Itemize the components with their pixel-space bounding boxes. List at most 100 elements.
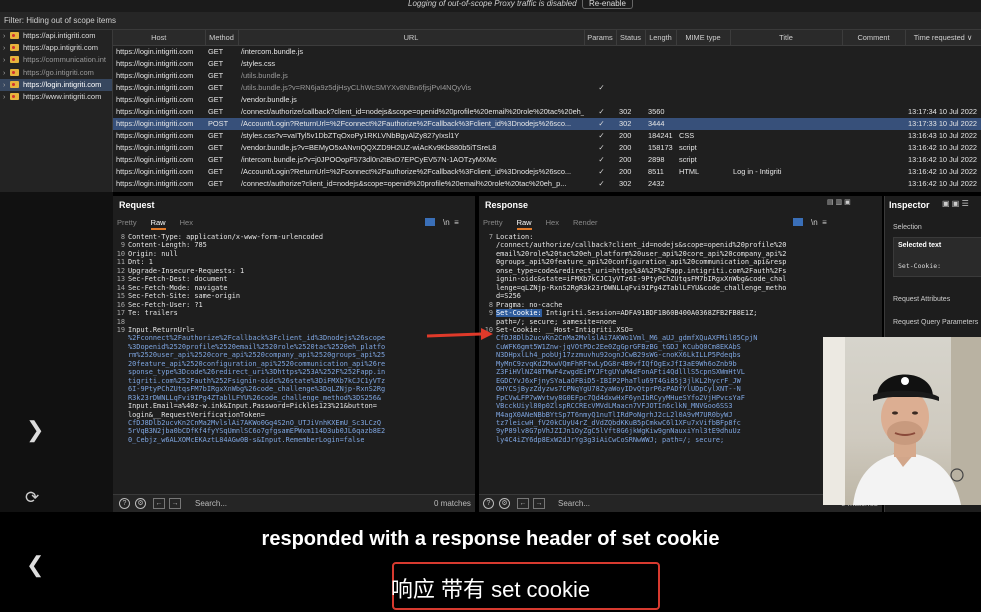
expand-chevron-icon[interactable]: › — [3, 43, 10, 55]
history-column-header[interactable]: Host — [113, 30, 206, 46]
code-line: 5rVqB3N2jba0bCDfKf4fyYSqUmnlSC6o7gfgsamE… — [113, 427, 475, 435]
site-tree-item[interactable]: › https://api.intigriti.com — [0, 30, 112, 42]
history-column-header[interactable]: MIME type — [676, 30, 731, 46]
wrap-lines-icon[interactable] — [425, 218, 435, 226]
folder-icon — [10, 56, 19, 64]
tab-hex[interactable]: Hex — [546, 218, 559, 227]
history-row[interactable]: https://login.intigriti.com GET/Account/L… — [113, 166, 981, 178]
history-cell-comment — [842, 45, 905, 58]
help-icon[interactable]: ? — [483, 498, 494, 509]
history-column-header[interactable]: URL — [238, 30, 585, 46]
history-cell-params: ✓ — [598, 142, 605, 152]
expand-chevron-icon[interactable]: › — [3, 92, 10, 104]
code-line: CfDJ8Dlb2ucvKn2CnMa2MvlslAi7AKWo0Gq4S2nO… — [113, 419, 475, 427]
response-body[interactable]: 7 Location:/connect/authorize/callback?cl… — [481, 233, 882, 444]
help-icon[interactable]: ? — [119, 498, 130, 509]
line-text: R3k23rDWNLLqFvi9IPg4ZTablLFYU%26code_cha… — [128, 393, 382, 402]
tab-render[interactable]: Render — [573, 218, 598, 227]
expand-chevron-icon[interactable]: › — [3, 55, 10, 67]
code-line: 9 Content-Length: 785 — [113, 241, 475, 249]
history-row[interactable]: https://login.intigriti.com GET/styles.cs… — [113, 130, 981, 142]
history-column-header[interactable]: Method — [205, 30, 239, 46]
site-tree-item[interactable]: › https://login.intigriti.com — [0, 78, 112, 92]
line-text: Pragma: no-cache — [496, 300, 563, 309]
settings-gear-icon[interactable]: ⚙ — [135, 498, 146, 509]
request-attributes-section[interactable]: Request Attributes — [893, 296, 950, 303]
newline-toggle[interactable]: \n — [811, 218, 818, 227]
next-arrow-icon[interactable]: → — [169, 498, 181, 509]
history-cell-length: 2432 — [648, 178, 665, 188]
line-text: Input.Email=a%40z-w.ink&Input.Password=P… — [128, 402, 377, 411]
history-cell-status: 302 — [616, 117, 645, 130]
expand-chevron-icon[interactable]: › — [3, 80, 10, 92]
code-line: %3Dopenid%2520profile%2520email%2520role… — [113, 343, 475, 351]
request-search-input[interactable]: Search... — [195, 499, 227, 508]
folder-icon — [10, 92, 19, 100]
inspector-layout-icons[interactable]: ▣ ▣ ☰ — [942, 199, 969, 208]
line-number: 8 — [120, 233, 125, 241]
request-body[interactable]: 8 Content-Type: application/x-www-form-ur… — [113, 233, 475, 444]
expand-chevron-icon[interactable]: › — [3, 68, 10, 80]
tab-hex[interactable]: Hex — [180, 218, 193, 227]
history-row[interactable]: https://login.intigriti.com GET/connect/a… — [113, 178, 981, 190]
history-cell-title — [730, 82, 842, 94]
settings-gear-icon[interactable]: ⚙ — [499, 498, 510, 509]
history-cell-status: 302 — [619, 106, 632, 116]
site-tree-label: https://communication.int — [23, 55, 106, 65]
tab-pretty[interactable]: Pretty — [117, 218, 137, 227]
history-row[interactable]: https://login.intigriti.com GET/vendor.bu… — [113, 94, 981, 106]
history-column-header[interactable]: Title — [730, 30, 843, 46]
history-row[interactable]: https://login.intigriti.com GET/intercom.… — [113, 154, 981, 166]
next-chevron-icon[interactable]: ❯ — [26, 417, 44, 443]
history-row[interactable]: https://login.intigriti.com GET/utils.bun… — [113, 82, 981, 94]
line-number — [113, 394, 125, 402]
history-row[interactable]: https://login.intigriti.com GET/utils.bun… — [113, 70, 981, 82]
history-cell-method: GET — [208, 70, 224, 80]
history-cell-length: 3560 — [648, 106, 665, 116]
previous-arrow-icon[interactable]: ← — [517, 498, 529, 509]
history-row[interactable]: https://login.intigriti.com GET/styles.cs… — [113, 58, 981, 70]
history-cell-mime — [676, 70, 730, 82]
history-column-header[interactable]: Status — [616, 30, 646, 46]
tab-raw[interactable]: Raw — [150, 218, 166, 230]
history-row[interactable]: https://login.intigriti.com GET/connect/a… — [113, 106, 981, 118]
layout-toggle-icons[interactable]: ▤ ▥ ▣ — [827, 198, 851, 206]
history-row[interactable]: https://login.intigriti.com POST/Account/… — [113, 117, 981, 130]
replay-icon[interactable]: ⟳ — [25, 488, 39, 508]
expand-chevron-icon[interactable]: › — [3, 31, 10, 43]
code-line: Input.Email=a%40z-w.ink&Input.Password=P… — [113, 402, 475, 410]
response-search-input[interactable]: Search... — [558, 499, 590, 508]
site-tree-item[interactable]: › https://app.intigriti.com — [0, 42, 112, 54]
response-view-tools[interactable]: \n ≡ — [793, 218, 827, 227]
next-arrow-icon[interactable]: → — [533, 498, 545, 509]
filter-bar[interactable]: Filter: Hiding out of scope items — [0, 12, 981, 30]
request-view-tools[interactable]: \n ≡ — [425, 218, 459, 227]
folder-icon — [10, 44, 19, 52]
history-cell-params: ✓ — [584, 117, 616, 130]
newline-toggle[interactable]: \n — [443, 218, 450, 227]
history-column-header[interactable]: Length — [645, 30, 677, 46]
response-search-bar: ? ⚙ ← → Search... 0 matches — [479, 494, 882, 512]
tab-raw[interactable]: Raw — [516, 218, 532, 230]
history-column-header[interactable]: Time requested ∨ — [905, 30, 981, 46]
site-tree-item[interactable]: › https://go.intigriti.com — [0, 67, 112, 79]
site-tree-item[interactable]: › https://www.intigriti.com — [0, 91, 112, 103]
chinese-subtitle: 响应 带有 set cookie — [390, 577, 591, 602]
history-cell-status — [616, 94, 645, 106]
history-column-header[interactable]: Params — [584, 30, 617, 46]
wrap-lines-icon[interactable] — [793, 218, 803, 226]
previous-arrow-icon[interactable]: ← — [153, 498, 165, 509]
line-text: N3DHpxlLh4_pobUj17zzmuvhu92ognJCwB29sWG-… — [496, 351, 741, 360]
site-tree-item[interactable]: › https://communication.int — [0, 54, 112, 66]
tab-pretty[interactable]: Pretty — [483, 218, 503, 227]
inspector-title: Inspector — [889, 200, 930, 210]
request-query-params-section[interactable]: Request Query Parameters — [893, 319, 978, 326]
line-text: %2Fconnect%2Fauthorize%2Fcallback%3Fclie… — [128, 334, 386, 343]
history-row[interactable]: https://login.intigriti.com GET/vendor.bu… — [113, 142, 981, 154]
history-row[interactable]: https://login.intigriti.com GET/intercom.… — [113, 45, 981, 58]
line-number — [113, 427, 125, 435]
history-cell-title — [730, 142, 842, 154]
history-column-header[interactable]: Comment — [842, 30, 906, 46]
re-enable-button[interactable]: Re-enable — [582, 0, 633, 9]
line-number — [113, 402, 125, 410]
